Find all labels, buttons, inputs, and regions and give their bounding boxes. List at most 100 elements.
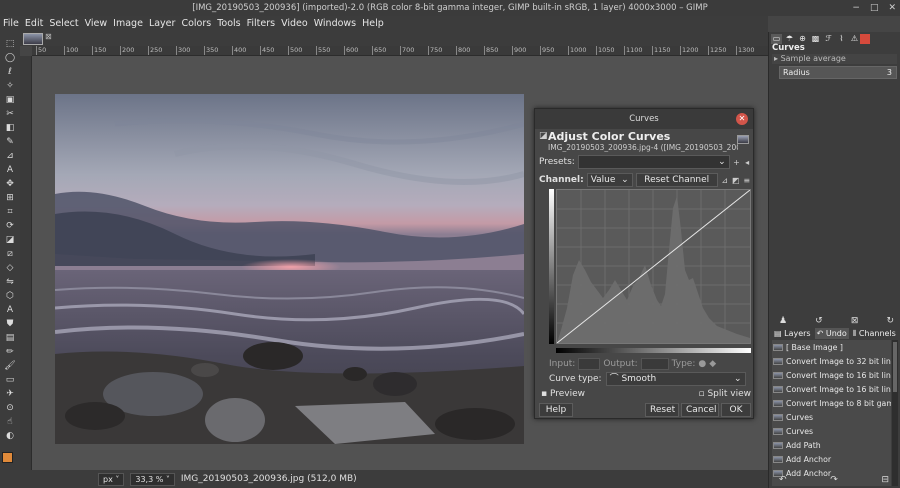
menu-layer[interactable]: Layer xyxy=(146,16,179,32)
horizontal-ruler[interactable]: 50 100 150 200 250 300 350 400 450 500 550 600 650 70… xyxy=(32,46,768,56)
sample-average-header[interactable]: ▸ Sample average xyxy=(772,54,897,64)
list-item[interactable]: Convert Image to 16 bit linear xyxy=(772,368,891,382)
channel-menu-icon[interactable]: ≡ xyxy=(743,176,751,185)
presets-combo[interactable]: ⌄ xyxy=(577,155,730,169)
input-spin[interactable] xyxy=(578,358,601,370)
corner-point-icon[interactable]: ◆ xyxy=(709,359,716,369)
list-item[interactable]: Curves xyxy=(772,410,891,424)
bucket-fill-icon[interactable]: ⛊ xyxy=(3,318,17,330)
rotate-icon[interactable]: ⟳ xyxy=(3,220,17,232)
vertical-ruler[interactable] xyxy=(20,56,32,470)
add-preset-icon[interactable]: + xyxy=(733,158,741,167)
menu-filters[interactable]: Filters xyxy=(244,16,278,32)
reset-channel-button[interactable]: Reset Channel xyxy=(635,173,718,187)
undo-history-list[interactable]: [ Base Image ] Convert Image to 32 bit l… xyxy=(772,340,891,486)
menu-edit[interactable]: Edit xyxy=(22,16,46,32)
linear-histogram-icon[interactable]: ⊿ xyxy=(721,176,729,185)
minimize-button[interactable]: − xyxy=(852,0,860,16)
list-item[interactable]: Convert Image to 8 bit gamma xyxy=(772,396,891,410)
rect-select-icon[interactable]: ⬚ xyxy=(3,38,17,50)
paths-icon[interactable]: ✎ xyxy=(3,136,17,148)
close-window-button[interactable]: ✕ xyxy=(888,0,896,16)
scale-icon[interactable]: ◪ xyxy=(3,234,17,246)
smudge-icon[interactable]: ☝ xyxy=(3,416,17,428)
gradient-tab-icon[interactable]: ⌇ xyxy=(836,34,847,44)
paintbrush-icon[interactable]: 🖌 xyxy=(3,360,17,372)
fg-bg-color-swatch[interactable] xyxy=(2,452,18,468)
fonts-icon[interactable]: ℱ xyxy=(823,34,834,44)
menu-video[interactable]: Video xyxy=(278,16,311,32)
menu-select[interactable]: Select xyxy=(46,16,81,32)
list-item[interactable]: [ Base Image ] xyxy=(772,340,891,354)
select-by-color-icon[interactable]: ▣ xyxy=(3,94,17,106)
undo-icon[interactable]: ↶ xyxy=(779,475,787,485)
delete-options-icon[interactable]: ⊠ xyxy=(851,316,859,326)
maximize-button[interactable]: □ xyxy=(870,0,879,16)
reset-options-icon[interactable]: ↻ xyxy=(886,316,894,326)
tab-channels[interactable]: ⦀ Channels xyxy=(851,328,898,339)
clear-history-icon[interactable]: ⊟ xyxy=(881,475,889,485)
fuzzy-select-icon[interactable]: ✧ xyxy=(3,80,17,92)
split-view-checkbox[interactable]: ▫ Split view xyxy=(698,389,751,401)
scissors-icon[interactable]: ✂ xyxy=(3,108,17,120)
save-options-icon[interactable]: ♟ xyxy=(779,316,787,326)
measure-icon[interactable]: A xyxy=(3,164,17,176)
unit-select[interactable]: px ˅ xyxy=(98,472,125,486)
zoom-select[interactable]: 33,3 % ˅ xyxy=(130,472,175,486)
undo-scrollbar[interactable] xyxy=(892,340,898,486)
reset-button[interactable]: Reset xyxy=(645,403,679,417)
tab-layers[interactable]: ▤ Layers xyxy=(772,328,813,339)
text-icon[interactable]: A xyxy=(3,304,17,316)
histogram-icon[interactable]: ▩ xyxy=(810,34,821,44)
align-icon[interactable]: ⊞ xyxy=(3,192,17,204)
preset-menu-icon[interactable]: ◂ xyxy=(743,158,751,167)
help-button[interactable]: Help xyxy=(539,403,573,417)
smooth-point-icon[interactable]: ● xyxy=(698,359,706,369)
menu-windows[interactable]: Windows xyxy=(311,16,359,32)
ok-button[interactable]: OK xyxy=(721,403,751,417)
curve-type-select[interactable]: ⌒ Smooth ⌄ xyxy=(605,372,746,386)
list-item[interactable]: Add Path xyxy=(772,438,891,452)
dodge-burn-icon[interactable]: ◐ xyxy=(3,430,17,442)
clone-icon[interactable]: ⊙ xyxy=(3,402,17,414)
lasso-icon[interactable]: ℓ xyxy=(3,66,17,78)
eraser-icon[interactable]: ▭ xyxy=(3,374,17,386)
move-icon[interactable]: ✥ xyxy=(3,178,17,190)
curves-dialog-titlebar[interactable]: Curves ✕ xyxy=(535,109,753,129)
menu-view[interactable]: View xyxy=(82,16,111,32)
list-item[interactable]: Curves xyxy=(772,424,891,438)
close-icon[interactable]: ✕ xyxy=(736,113,748,125)
foreground-color-swatch[interactable] xyxy=(2,452,13,463)
list-item[interactable]: Convert Image to 16 bit linear xyxy=(772,382,891,396)
cage-icon[interactable]: ⬡ xyxy=(3,290,17,302)
menu-image[interactable]: Image xyxy=(110,16,146,32)
dock-close-icon[interactable] xyxy=(860,34,870,44)
perspective-icon[interactable]: ◇ xyxy=(3,262,17,274)
redo-icon[interactable]: ↷ xyxy=(830,475,838,485)
list-item[interactable]: Convert Image to 32 bit linear xyxy=(772,354,891,368)
menu-tools[interactable]: Tools xyxy=(214,16,243,32)
flip-icon[interactable]: ⇋ xyxy=(3,276,17,288)
menu-file[interactable]: File xyxy=(0,16,22,32)
channel-select[interactable]: Value ⌄ xyxy=(586,173,633,187)
scrollbar-thumb[interactable] xyxy=(893,342,897,392)
list-item[interactable]: Add Anchor xyxy=(772,452,891,466)
airbrush-icon[interactable]: ✈ xyxy=(3,388,17,400)
color-picker-icon[interactable]: ⊿ xyxy=(3,150,17,162)
cancel-button[interactable]: Cancel xyxy=(681,403,719,417)
tab-undo[interactable]: ↶ Undo xyxy=(814,328,849,339)
pencil-icon[interactable]: ✏ xyxy=(3,346,17,358)
menu-colors[interactable]: Colors xyxy=(178,16,214,32)
log-histogram-icon[interactable]: ◩ xyxy=(732,176,740,185)
shear-icon[interactable]: ⧄ xyxy=(3,248,17,260)
output-spin[interactable] xyxy=(640,358,669,370)
tab-close-icon[interactable]: ⊠ xyxy=(45,32,52,41)
radius-slider[interactable]: Radius 3 xyxy=(779,66,897,79)
restore-options-icon[interactable]: ↺ xyxy=(815,316,823,326)
gradient-icon[interactable]: ▤ xyxy=(3,332,17,344)
preview-checkbox[interactable]: ▪ Preview xyxy=(541,389,585,401)
curve-graph[interactable] xyxy=(556,189,751,344)
warning-icon[interactable]: ⚠ xyxy=(849,34,860,44)
crop-icon[interactable]: ⌗ xyxy=(3,206,17,218)
image-tab-thumbnail[interactable] xyxy=(23,33,43,45)
